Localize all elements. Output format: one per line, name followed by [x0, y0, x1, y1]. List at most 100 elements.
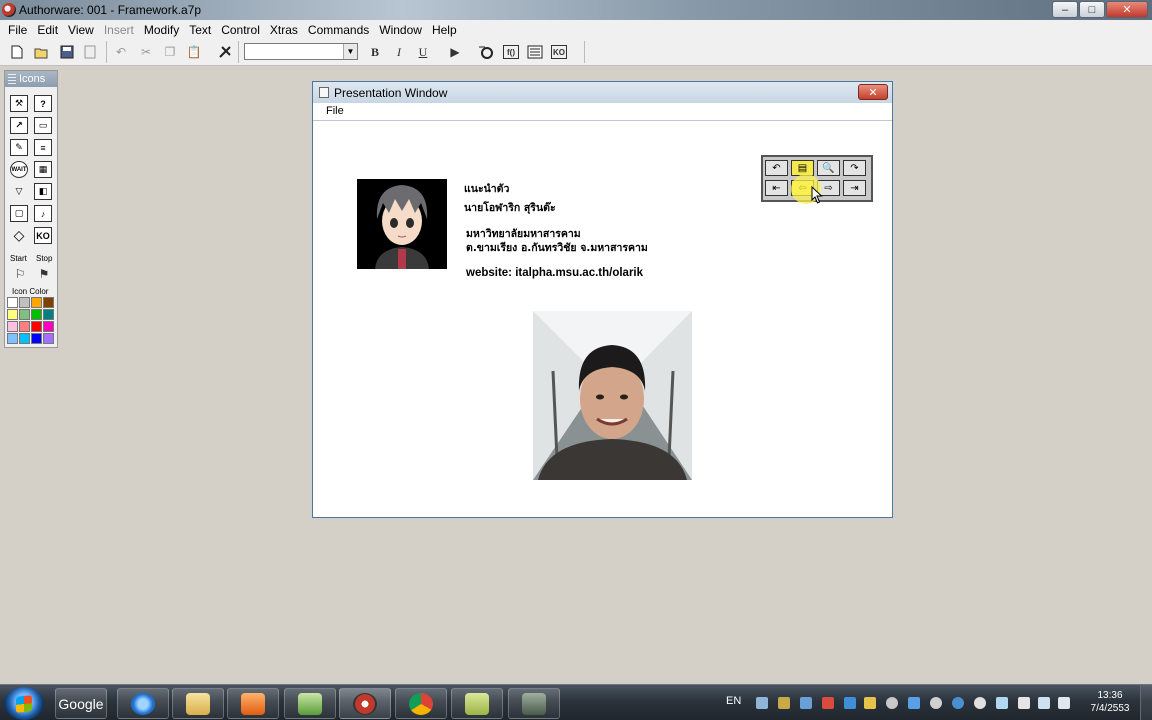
presentation-title-bar[interactable]: Presentation Window ✕ — [313, 82, 892, 103]
find-icon[interactable] — [216, 43, 234, 61]
color-swatch[interactable] — [31, 297, 42, 308]
color-swatch[interactable] — [31, 333, 42, 344]
color-swatch[interactable] — [7, 321, 18, 332]
color-swatch[interactable] — [43, 309, 54, 320]
folder-icon — [186, 692, 210, 715]
tray-app-icon[interactable] — [800, 697, 812, 709]
paste-icon: 📋 — [186, 45, 202, 59]
close-button[interactable]: ✕ — [1106, 1, 1148, 18]
menu-text[interactable]: Text — [184, 23, 216, 37]
navigate-icon[interactable]: ▽ — [10, 183, 28, 200]
start-flag-icon[interactable]: ⚐ — [11, 265, 29, 283]
color-swatch[interactable] — [19, 309, 30, 320]
menu-modify[interactable]: Modify — [139, 23, 184, 37]
tray-app-icon[interactable] — [822, 697, 834, 709]
stop-flag-icon[interactable]: ⚑ — [35, 265, 53, 283]
font-select[interactable]: ▼ — [244, 43, 358, 60]
color-swatch[interactable] — [31, 321, 42, 332]
save-icon[interactable] — [58, 43, 76, 61]
taskbar-google[interactable]: Google — [55, 688, 107, 719]
show-desktop-button[interactable] — [1140, 685, 1152, 720]
language-indicator[interactable]: EN — [726, 695, 741, 707]
tray-app-icon[interactable] — [996, 697, 1008, 709]
variables-window-icon[interactable] — [526, 43, 544, 61]
tray-app-icon[interactable] — [908, 697, 920, 709]
clock[interactable]: 13:36 7/4/2553 — [1080, 689, 1140, 715]
knowledge-objects-icon[interactable]: KO — [551, 45, 567, 59]
maximize-button[interactable]: □ — [1079, 1, 1105, 18]
tray-app-icon[interactable] — [886, 697, 898, 709]
network-status-icon[interactable] — [1038, 697, 1050, 709]
erase-icon[interactable]: ✎ — [10, 139, 28, 156]
color-swatch[interactable] — [43, 333, 54, 344]
menu-xtras[interactable]: Xtras — [265, 23, 303, 37]
taskbar-video[interactable] — [508, 688, 560, 719]
last-page-icon[interactable]: ⇥ — [843, 180, 866, 196]
color-swatch[interactable] — [31, 309, 42, 320]
volume-icon[interactable] — [1058, 697, 1070, 709]
taskbar-chrome[interactable] — [395, 688, 447, 719]
color-swatch[interactable] — [19, 333, 30, 344]
calculation-icon[interactable]: ≡ — [34, 139, 52, 156]
tray-app-icon[interactable] — [974, 697, 986, 709]
exit-framework-icon[interactable]: ↷ — [843, 160, 866, 176]
menu-window[interactable]: Window — [374, 23, 427, 37]
sound-icon[interactable]: ♪ — [34, 205, 52, 222]
taskbar-authorware[interactable] — [339, 688, 391, 719]
tray-app-icon[interactable] — [930, 697, 942, 709]
taskbar-notes[interactable] — [451, 688, 503, 719]
presentation-menu-file[interactable]: File — [326, 105, 344, 117]
go-back-icon[interactable]: ↶ — [765, 160, 788, 176]
map-icon[interactable]: ▦ — [34, 161, 52, 178]
menu-edit[interactable]: Edit — [32, 23, 63, 37]
taskbar-explorer[interactable] — [172, 688, 224, 719]
menu-help[interactable]: Help — [427, 23, 462, 37]
motion-icon[interactable]: ↗ — [10, 117, 28, 134]
color-swatch[interactable] — [7, 309, 18, 320]
menu-insert[interactable]: Insert — [99, 23, 139, 37]
color-swatch[interactable] — [19, 297, 30, 308]
bold-button[interactable]: B — [366, 43, 384, 61]
taskbar-media-player[interactable] — [227, 688, 279, 719]
chevron-down-icon[interactable]: ▼ — [343, 44, 357, 59]
new-file-icon[interactable] — [8, 43, 26, 61]
minimize-button[interactable]: – — [1052, 1, 1078, 18]
color-swatch[interactable] — [43, 321, 54, 332]
tray-app-icon[interactable] — [864, 697, 876, 709]
menu-file[interactable]: File — [3, 23, 32, 37]
wait-icon[interactable]: WAIT — [10, 161, 28, 178]
presentation-close-button[interactable]: ✕ — [858, 84, 888, 100]
open-folder-icon[interactable] — [33, 43, 51, 61]
interaction-icon[interactable]: ▭ — [34, 117, 52, 134]
functions-window-icon[interactable]: f() — [503, 45, 519, 59]
taskbar-network[interactable] — [284, 688, 336, 719]
find-page-icon[interactable]: 🔍 — [817, 160, 840, 176]
color-swatch[interactable] — [19, 321, 30, 332]
framework-icon[interactable]: ▢ — [10, 205, 28, 222]
decision-diamond-icon[interactable]: ◇ — [10, 227, 28, 244]
run-icon[interactable]: ▶ — [446, 43, 464, 61]
first-page-icon[interactable]: ⇤ — [765, 180, 788, 196]
control-panel-icon[interactable] — [477, 43, 495, 61]
color-swatch[interactable] — [7, 297, 18, 308]
underline-button[interactable]: U — [414, 43, 432, 61]
start-button[interactable] — [4, 687, 44, 720]
display-icon[interactable]: ⚒ — [10, 95, 28, 112]
tray-app-icon[interactable] — [778, 697, 790, 709]
taskbar-internet-explorer[interactable] — [117, 688, 169, 719]
tray-app-icon[interactable] — [952, 697, 964, 709]
menu-commands[interactable]: Commands — [303, 23, 374, 37]
digital-movie-icon[interactable]: ◧ — [34, 183, 52, 200]
authorware-app-icon[interactable] — [2, 3, 16, 17]
palette-title[interactable]: Icons — [5, 71, 57, 87]
tray-app-icon[interactable] — [844, 697, 856, 709]
decision-icon[interactable]: ? — [34, 95, 52, 112]
knowledge-object-icon[interactable]: KO — [34, 227, 52, 244]
tray-app-icon[interactable] — [1018, 697, 1030, 709]
menu-control[interactable]: Control — [216, 23, 265, 37]
color-swatch[interactable] — [43, 297, 54, 308]
menu-view[interactable]: View — [63, 23, 99, 37]
italic-button[interactable]: I — [390, 43, 408, 61]
tray-app-icon[interactable] — [756, 697, 768, 709]
color-swatch[interactable] — [7, 333, 18, 344]
